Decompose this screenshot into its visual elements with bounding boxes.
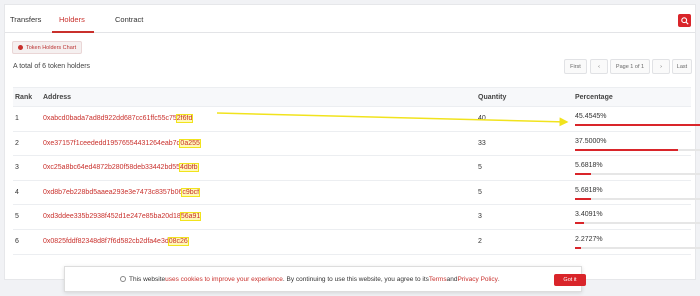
search-button[interactable] <box>678 14 691 27</box>
pie-chart-icon <box>18 45 23 50</box>
percentage-bar <box>575 124 700 126</box>
terms-link[interactable]: Terms <box>429 276 447 283</box>
column-quantity: Quantity <box>478 94 507 101</box>
column-percentage: Percentage <box>575 94 613 101</box>
percentage-bar-fill <box>575 148 679 151</box>
token-holders-chart-button[interactable]: Token Holders Chart <box>12 41 83 54</box>
address-main: 0xabcd0bada7ad8d922dd687cc61ffc55c75 <box>43 115 177 122</box>
address-main: 0xe37157f1ceededd19576554431264eab7d <box>43 139 181 147</box>
quantity-cell: 33 <box>478 139 486 147</box>
rank-cell: 2 <box>15 139 19 147</box>
table-row: 1 0xabcd0bada7ad8d922dd687cc61ffc55c752f6… <box>13 107 700 132</box>
address-main: 0x0825fddf82348d8f7f6d582cb2dfa4e3d <box>43 238 169 245</box>
address-link[interactable]: 0xe37157f1ceededd19576554431264eab7d0a25… <box>43 138 201 148</box>
rank-cell: 4 <box>15 188 19 196</box>
percentage-bar-fill <box>575 197 591 200</box>
address-highlight: 2f6fd <box>175 114 194 123</box>
table-row: 3 0xc25a8bc64ed4872b280f58deb33442bd554db… <box>13 156 700 181</box>
info-icon <box>120 276 126 282</box>
quantity-cell: 3 <box>478 213 482 221</box>
quantity-cell: 5 <box>478 164 482 172</box>
address-main: 0xd3ddee335b2938f452d1e247e85ba20d18 <box>43 213 181 221</box>
active-tab-indicator <box>52 31 94 33</box>
rank-cell: 5 <box>15 213 19 221</box>
table-row: 2 0xe37157f1ceededd19576554431264eab7d0a2… <box>13 132 700 157</box>
percentage-bar <box>575 222 700 225</box>
got-it-button[interactable]: Got it <box>554 274 586 286</box>
pager-prev[interactable]: ‹ <box>590 59 608 74</box>
quantity-cell: 5 <box>478 188 482 196</box>
address-link[interactable]: 0xabcd0bada7ad8d922dd687cc61ffc55c752f6f… <box>43 114 194 123</box>
percentage-cell: 37.5000% <box>575 137 607 145</box>
cookie-text-end: . <box>497 275 500 283</box>
address-link[interactable]: 0x0825fddf82348d8f7f6d582cb2dfa4e3d08c26 <box>43 237 189 246</box>
table-row: 5 0xd3ddee335b2938f452d1e247e85ba20d1856a… <box>13 205 700 230</box>
percentage-cell: 5.6818% <box>575 186 603 194</box>
pager-first[interactable]: First <box>564 59 587 74</box>
tab-holders[interactable]: Holders <box>59 15 85 24</box>
percentage-bar <box>575 247 700 249</box>
table-row: 6 0x0825fddf82348d8f7f6d582cb2dfa4e3d08c2… <box>13 230 700 255</box>
search-icon <box>680 16 689 25</box>
address-highlight: 08c26 <box>167 237 189 246</box>
privacy-policy-link[interactable]: Privacy Policy <box>457 276 497 283</box>
percentage-cell: 2.2727% <box>575 236 603 243</box>
cookie-text-pre: This website <box>129 275 166 283</box>
cookie-text-and: and <box>446 275 458 283</box>
address-highlight: c9bcf <box>181 187 201 197</box>
cookie-text-mid: . By continuing to use this website, you… <box>282 275 429 283</box>
percentage-bar-fill <box>575 173 591 176</box>
tab-bar: Transfers Holders Contract <box>5 5 695 33</box>
percentage-bar-fill <box>575 124 700 126</box>
address-link[interactable]: 0xc25a8bc64ed4872b280f58deb33442bd554dbf… <box>43 163 199 173</box>
percentage-bar-fill <box>575 222 585 225</box>
column-rank: Rank <box>15 94 33 101</box>
rank-cell: 3 <box>15 164 19 172</box>
percentage-cell: 5.6818% <box>575 162 603 170</box>
percentage-bar <box>575 173 700 176</box>
percentage-bar <box>575 197 700 200</box>
address-highlight: 56a91 <box>179 212 202 222</box>
address-link[interactable]: 0xd3ddee335b2938f452d1e247e85ba20d1856a9… <box>43 212 202 222</box>
column-address: Address <box>43 94 72 101</box>
pager-last[interactable]: Last <box>672 59 692 74</box>
rank-cell: 1 <box>15 115 19 122</box>
holders-card: Transfers Holders Contract Token Holders… <box>4 4 700 280</box>
address-main: 0xd8b7eb228bd5aaea293e3e7473c8357b06 <box>43 188 183 196</box>
token-holders-chart-label: Token Holders Chart <box>26 44 77 51</box>
address-main: 0xc25a8bc64ed4872b280f58deb33442bd55 <box>43 164 181 172</box>
percentage-cell: 3.4091% <box>575 211 603 219</box>
holders-total: A total of 6 token holders <box>13 63 91 70</box>
table-row: 4 0xd8b7eb228bd5aaea293e3e7473c8357b06c9b… <box>13 181 700 206</box>
percentage-cell: 45.4545% <box>575 113 607 120</box>
address-link[interactable]: 0xd8b7eb228bd5aaea293e3e7473c8357b06c9bc… <box>43 187 201 197</box>
quantity-cell: 40 <box>478 115 486 122</box>
percentage-bar-fill <box>575 247 582 249</box>
pager-next[interactable]: › <box>652 59 670 74</box>
cookie-banner: This website uses cookies to improve you… <box>64 266 586 292</box>
address-highlight: 4dbfb <box>179 163 199 173</box>
quantity-cell: 2 <box>478 238 482 245</box>
rank-cell: 6 <box>15 238 19 245</box>
pager-page-indicator: Page 1 of 1 <box>610 59 650 74</box>
tab-transfers[interactable]: Transfers <box>10 15 41 24</box>
percentage-bar <box>575 148 700 151</box>
tab-contract[interactable]: Contract <box>115 15 143 24</box>
address-highlight: 0a255 <box>179 138 201 148</box>
cookie-policy-link[interactable]: uses cookies to improve your experience <box>165 276 283 283</box>
